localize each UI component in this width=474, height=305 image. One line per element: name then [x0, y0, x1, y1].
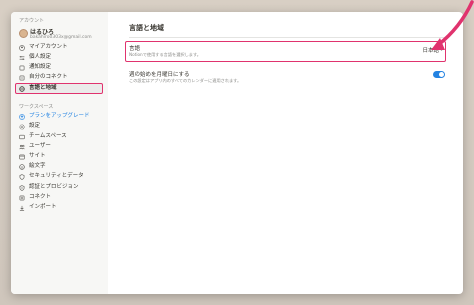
language-description: Notionで使用する言語を選択します。: [129, 52, 201, 57]
sidebar-item-notifications[interactable]: 通知設定: [16, 63, 102, 72]
gear-icon: [19, 124, 25, 129]
sidebar-item-auth-provisioning[interactable]: 認証とプロビジョン: [16, 183, 102, 192]
connect-icon: [19, 195, 25, 200]
user-profile: はるひろ bakahiro0303x@gmail.com: [17, 27, 105, 41]
sidebar-item-label: 絵文字: [29, 163, 46, 169]
workspace-section-label: ワークスペース: [19, 104, 54, 110]
sidebar-item-label: 言語と地域: [29, 85, 57, 91]
sidebar-item-label: セキュリティとデータ: [29, 173, 84, 179]
user-email: bakahiro0303x@gmail.com: [30, 35, 92, 40]
toggle-knob: [439, 72, 444, 77]
language-title: 言語: [129, 46, 141, 52]
avatar: [19, 29, 28, 38]
account-section-label: アカウント: [19, 18, 45, 24]
week-start-description: この設定はアプリ内のすべてのカレンダーに適用されます。: [129, 78, 242, 83]
pointer-arrow-icon: [431, 0, 474, 50]
sliders-icon: [19, 55, 25, 60]
sidebar-item-label: ユーザー: [29, 143, 51, 149]
key-icon: [19, 184, 25, 191]
sidebar-item-label: 認証とプロビジョン: [29, 184, 79, 190]
sidebar-item-label: プランをアップグレード: [29, 113, 90, 119]
settings-content: 言語と地域 言語 Notionで使用する言語を選択します。 日本語 週の始めを月…: [108, 12, 463, 294]
sidebar-item-personal-settings[interactable]: 個人設定: [16, 53, 102, 62]
sidebar-item-settings[interactable]: 設定: [16, 122, 102, 131]
sidebar-item-connect[interactable]: コネクト: [16, 193, 102, 202]
week-start-toggle[interactable]: [433, 71, 445, 78]
sidebar-item-label: マイアカウント: [29, 44, 68, 50]
sidebar-item-upgrade-plan[interactable]: プランをアップグレード: [16, 112, 102, 121]
week-start-setting-row: 週の始めを月曜日にする この設定はアプリ内のすべてのカレンダーに適用されます。: [129, 68, 445, 87]
bell-icon: [19, 65, 25, 70]
sidebar-item-sites[interactable]: サイト: [16, 152, 102, 161]
globe-icon: [19, 85, 25, 92]
divider: [129, 37, 446, 38]
sidebar-item-label: コネクト: [29, 194, 52, 200]
sidebar-item-users[interactable]: ユーザー: [16, 142, 102, 151]
connections-icon: [19, 75, 25, 80]
sidebar-item-label: 通知設定: [29, 64, 52, 70]
sidebar-item-language-region[interactable]: 言語と地域: [15, 83, 103, 94]
emoji-icon: [19, 163, 25, 170]
sidebar-item-teamspaces[interactable]: チームスペース: [16, 132, 102, 141]
sidebar-item-emoji[interactable]: 絵文字: [16, 162, 102, 171]
users-icon: [19, 144, 25, 149]
sidebar-item-label: 個人設定: [29, 54, 52, 60]
sidebar-item-label: 自分のコネクト: [29, 74, 68, 80]
sidebar-item-label: サイト: [29, 153, 46, 159]
import-icon: [19, 205, 25, 211]
site-icon: [19, 154, 25, 159]
sidebar-item-my-connections[interactable]: 自分のコネクト: [16, 73, 102, 82]
page-title: 言語と地域: [129, 24, 164, 32]
sidebar-item-my-account[interactable]: マイアカウント: [16, 43, 102, 52]
sidebar-item-import[interactable]: インポート: [16, 203, 102, 212]
language-setting-row[interactable]: 言語 Notionで使用する言語を選択します。 日本語: [125, 41, 446, 62]
settings-modal: アカウント はるひろ bakahiro0303x@gmail.com マイアカウ…: [11, 12, 463, 294]
settings-sidebar: アカウント はるひろ bakahiro0303x@gmail.com マイアカウ…: [11, 12, 108, 294]
sidebar-item-label: インポート: [29, 204, 57, 210]
sidebar-item-label: 設定: [29, 123, 41, 129]
teamspace-icon: [19, 134, 25, 139]
week-start-title: 週の始めを月曜日にする: [129, 72, 190, 78]
user-circle-icon: [19, 44, 25, 51]
shield-icon: [19, 173, 25, 180]
upgrade-icon: [19, 113, 25, 120]
sidebar-item-label: チームスペース: [29, 133, 67, 139]
sidebar-item-security-data[interactable]: セキュリティとデータ: [16, 172, 102, 181]
